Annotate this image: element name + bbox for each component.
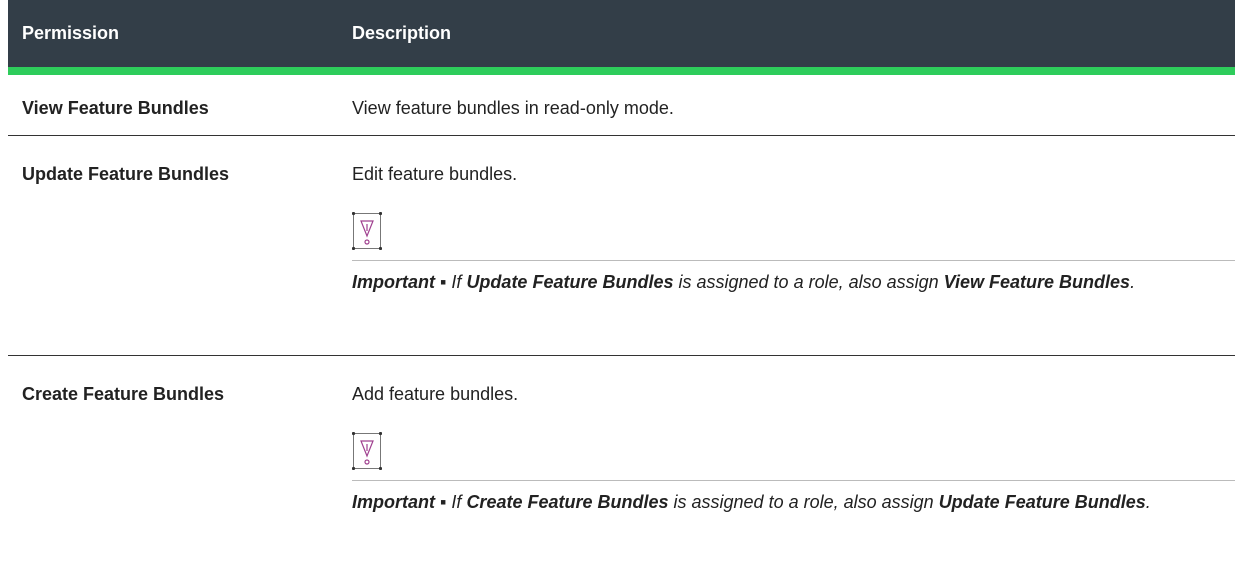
note-text: is assigned to a role, also assign [678, 272, 939, 292]
note-text: If [451, 272, 462, 292]
note-label: Important ▪ [352, 492, 447, 512]
note-text: If [451, 492, 462, 512]
permission-name: Create Feature Bundles [22, 384, 225, 404]
note-permission: Create Feature Bundles [466, 492, 669, 512]
note-permission: View Feature Bundles [943, 272, 1131, 292]
header-description: Description [352, 23, 452, 43]
table-header: Permission Description [8, 0, 1235, 75]
description-text: Add feature bundles. [352, 384, 519, 404]
important-note: Important ▪ If Create Feature Bundles is… [352, 486, 1215, 518]
note-text: is assigned to a role, also assign [673, 492, 934, 512]
note-divider [352, 260, 1235, 261]
description-text: View feature bundles in read-only mode. [352, 98, 674, 118]
description-text: Edit feature bundles. [352, 164, 518, 184]
note-label: Important ▪ [352, 272, 447, 292]
permissions-table: Permission Description View Feature Bund… [8, 0, 1235, 565]
table-row: View Feature Bundles View feature bundle… [8, 75, 1235, 136]
table-row: Update Feature Bundles Edit feature bund… [8, 136, 1235, 356]
note-permission: Update Feature Bundles [938, 492, 1146, 512]
permission-description: Add feature bundles. Important ▪ If Crea… [352, 384, 1235, 512]
important-icon [352, 212, 382, 250]
important-note: Important ▪ If Update Feature Bundles is… [352, 266, 1215, 298]
permission-description: Edit feature bundles. Important ▪ If Upd… [352, 164, 1235, 292]
table-row: Create Feature Bundles Add feature bundl… [8, 356, 1235, 565]
note-permission: Update Feature Bundles [466, 272, 674, 292]
important-icon [352, 432, 382, 470]
permission-description: View feature bundles in read-only mode. [352, 98, 1235, 119]
permission-name: View Feature Bundles [22, 98, 209, 118]
note-text: . [1130, 272, 1136, 292]
permission-name: Update Feature Bundles [22, 164, 230, 184]
header-permission: Permission [22, 23, 120, 43]
note-text: . [1145, 492, 1151, 512]
note-divider [352, 480, 1235, 481]
